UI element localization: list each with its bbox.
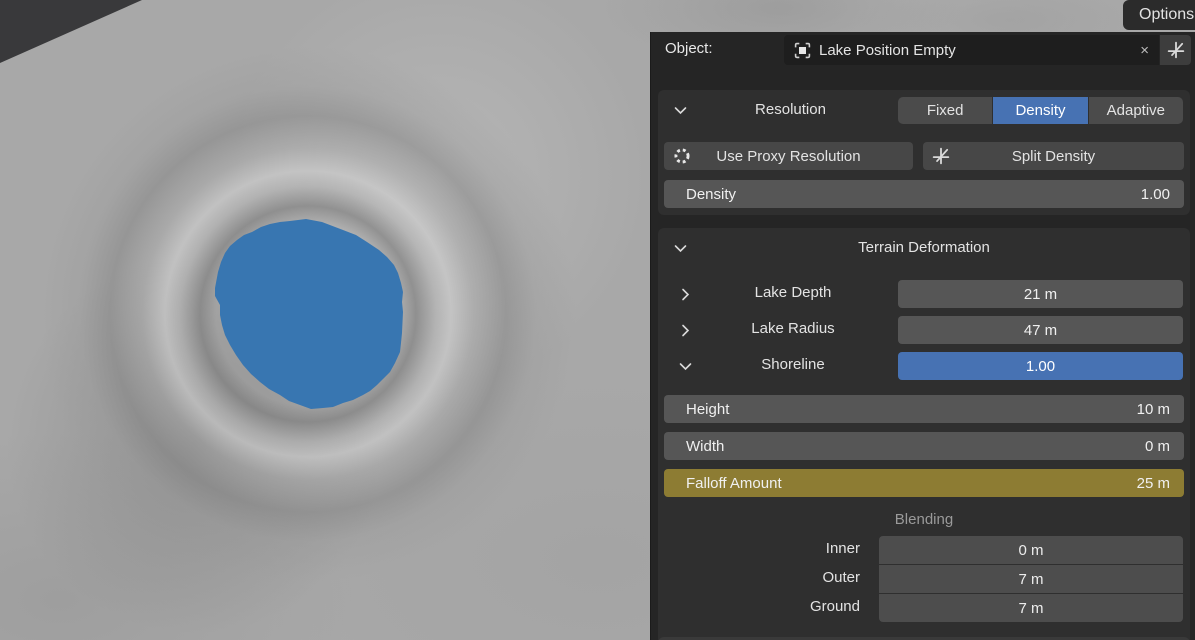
blending-inner-label: Inner bbox=[826, 540, 860, 557]
lake-object[interactable] bbox=[190, 195, 440, 430]
blending-ground-label: Ground bbox=[810, 598, 860, 615]
mode-density-button[interactable]: Density bbox=[993, 97, 1087, 124]
terrain-deformation-header[interactable]: Terrain Deformation bbox=[658, 228, 1190, 268]
falloff-amount-slider-label: Falloff Amount bbox=[686, 475, 1137, 492]
width-slider-value: 0 m bbox=[1145, 438, 1170, 455]
chevron-right-icon[interactable] bbox=[675, 284, 695, 304]
mode-adaptive-button[interactable]: Adaptive bbox=[1089, 97, 1183, 124]
chevron-down-icon[interactable] bbox=[675, 356, 695, 376]
height-slider-value: 10 m bbox=[1137, 401, 1170, 418]
panel-resolution: Resolution Fixed Density Adaptive Use Pr… bbox=[658, 90, 1190, 215]
options-button[interactable]: Options bbox=[1123, 0, 1195, 30]
chevron-down-icon[interactable] bbox=[670, 100, 690, 120]
blending-inner-row: Inner 0 m bbox=[658, 536, 1190, 564]
use-proxy-resolution-label: Use Proxy Resolution bbox=[716, 148, 860, 165]
blending-outer-row: Outer 7 m bbox=[658, 565, 1190, 593]
terrain-deformation-title: Terrain Deformation bbox=[658, 239, 1190, 256]
dashed-circle-icon bbox=[673, 147, 691, 165]
resolution-header[interactable]: Resolution Fixed Density Adaptive bbox=[658, 90, 1190, 130]
empty-axes-icon bbox=[932, 147, 950, 165]
lake-depth-value: 21 m bbox=[1024, 286, 1057, 303]
lake-radius-field[interactable]: 47 m bbox=[898, 316, 1183, 344]
object-eyedropper-button[interactable] bbox=[1160, 35, 1191, 65]
panel-terrain-deformation: Terrain Deformation Lake Depth 21 m bbox=[658, 228, 1190, 640]
blending-inner-value: 0 m bbox=[1018, 542, 1043, 559]
lake-radius-label: Lake Radius bbox=[698, 320, 888, 337]
object-selector-label: Object: bbox=[665, 40, 713, 57]
blending-outer-label: Outer bbox=[822, 569, 860, 586]
resolution-title: Resolution bbox=[698, 101, 883, 118]
viewport-corner-shape bbox=[0, 0, 150, 70]
blending-ground-field[interactable]: 7 m bbox=[879, 594, 1183, 622]
shoreline-value: 1.00 bbox=[1026, 358, 1055, 375]
use-proxy-resolution-toggle[interactable]: Use Proxy Resolution bbox=[664, 142, 913, 170]
height-slider[interactable]: Height 10 m bbox=[664, 395, 1184, 423]
mode-fixed-button[interactable]: Fixed bbox=[898, 97, 992, 124]
blending-outer-value: 7 m bbox=[1018, 571, 1043, 588]
resolution-mode-segmented: Fixed Density Adaptive bbox=[898, 97, 1183, 124]
falloff-amount-slider-value: 25 m bbox=[1137, 475, 1170, 492]
lake-radius-row: Lake Radius 47 m bbox=[658, 316, 1190, 344]
falloff-amount-slider[interactable]: Falloff Amount 25 m bbox=[664, 469, 1184, 497]
split-density-label: Split Density bbox=[1012, 148, 1095, 165]
density-slider-value: 1.00 bbox=[1141, 186, 1170, 203]
app-window: Options Object: Lake Position Empty × bbox=[0, 0, 1195, 640]
empty-axes-icon bbox=[1167, 41, 1185, 59]
shoreline-row: Shoreline 1.00 bbox=[658, 352, 1190, 380]
lake-depth-label: Lake Depth bbox=[698, 284, 888, 301]
height-slider-label: Height bbox=[686, 401, 1137, 418]
blending-label: Blending bbox=[658, 511, 1190, 528]
split-density-toggle[interactable]: Split Density bbox=[923, 142, 1184, 170]
empty-object-icon bbox=[794, 42, 811, 59]
lake-depth-row: Lake Depth 21 m bbox=[658, 280, 1190, 308]
density-slider-label: Density bbox=[686, 186, 1141, 203]
chevron-right-icon[interactable] bbox=[675, 320, 695, 340]
density-slider[interactable]: Density 1.00 bbox=[664, 180, 1184, 208]
width-slider[interactable]: Width 0 m bbox=[664, 432, 1184, 460]
blending-outer-field[interactable]: 7 m bbox=[879, 565, 1183, 593]
blending-ground-row: Ground 7 m bbox=[658, 594, 1190, 622]
shoreline-field[interactable]: 1.00 bbox=[898, 352, 1183, 380]
lake-radius-value: 47 m bbox=[1024, 322, 1057, 339]
shoreline-label: Shoreline bbox=[698, 356, 888, 373]
object-selector-field[interactable]: Lake Position Empty × bbox=[784, 35, 1159, 65]
blending-inner-field[interactable]: 0 m bbox=[879, 536, 1183, 564]
clear-object-icon[interactable]: × bbox=[1140, 43, 1149, 58]
options-button-label: Options bbox=[1139, 6, 1194, 24]
properties-panel: Object: Lake Position Empty × bbox=[650, 32, 1195, 640]
blending-ground-value: 7 m bbox=[1018, 600, 1043, 617]
lake-depth-field[interactable]: 21 m bbox=[898, 280, 1183, 308]
object-selector-row: Object: Lake Position Empty × bbox=[651, 35, 1195, 65]
object-selector-value: Lake Position Empty bbox=[819, 42, 1132, 59]
width-slider-label: Width bbox=[686, 438, 1145, 455]
